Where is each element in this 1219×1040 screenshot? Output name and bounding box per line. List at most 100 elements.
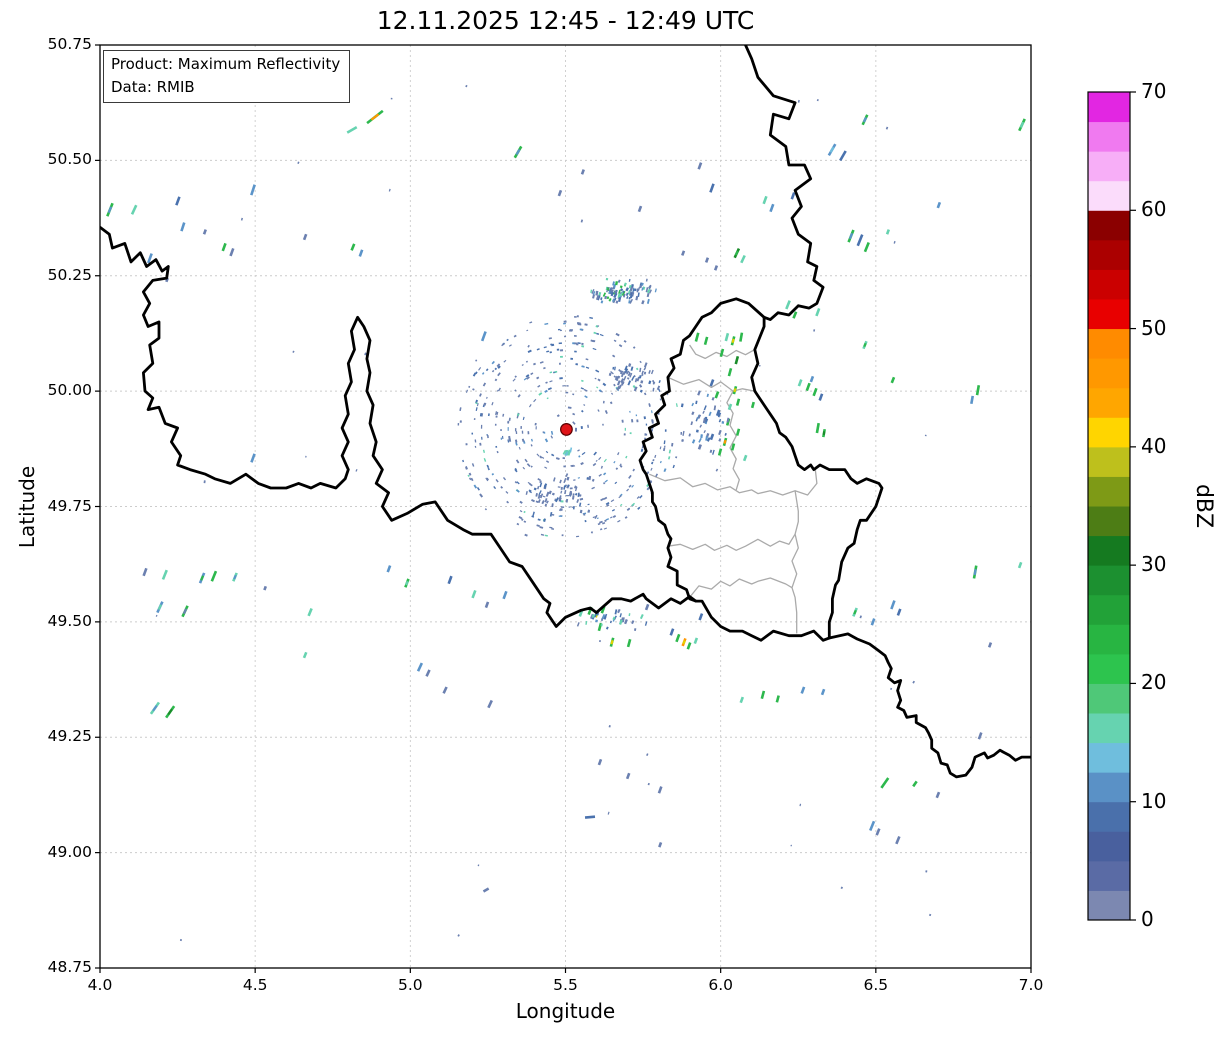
echo-streak: [530, 372, 534, 376]
echo-streak: [569, 447, 573, 453]
echo-streak: [895, 835, 901, 845]
echo-streak: [508, 417, 511, 422]
echo-streak: [515, 459, 520, 464]
echo-streak: [633, 628, 637, 632]
echo-streak: [623, 339, 627, 343]
echo-streak: [491, 473, 495, 476]
echo-streak: [571, 495, 575, 500]
echo-streak: [893, 240, 896, 244]
echo-streak: [709, 379, 715, 387]
colorbar-band: [1088, 446, 1130, 477]
echo-streak: [713, 405, 717, 411]
echo-streak: [518, 516, 523, 520]
echo-streak: [539, 455, 543, 459]
echo-streak: [658, 841, 663, 848]
echo-streak: [667, 456, 671, 460]
echo-streak: [599, 528, 603, 531]
echo-streak: [820, 688, 826, 696]
echo-streak: [632, 346, 636, 349]
echo-streak: [652, 458, 655, 462]
echo-streak: [523, 510, 526, 514]
echo-streak: [591, 613, 596, 618]
echo-streak: [617, 452, 620, 456]
echo-streak: [659, 460, 662, 464]
echo-streak: [713, 265, 719, 271]
echo-streak: [611, 298, 615, 303]
echo-streak: [695, 429, 699, 433]
echo-streak: [686, 642, 692, 650]
echo-streak: [480, 331, 487, 342]
echo-streak: [619, 288, 624, 292]
echo-streak-core: [1019, 121, 1025, 128]
echo-streak: [576, 622, 580, 627]
region-border: [791, 490, 799, 634]
echo-streak: [714, 391, 720, 399]
echo-streak: [522, 466, 526, 470]
echo-streak: [292, 350, 295, 353]
colorbar-band: [1088, 121, 1130, 152]
echo-streak: [465, 84, 468, 88]
echo-streak: [491, 360, 495, 365]
echo-streak: [581, 451, 586, 456]
echo-streak: [697, 390, 701, 396]
echo-streak: [785, 300, 791, 310]
echo-streak: [597, 522, 601, 526]
echo-streak: [503, 359, 507, 363]
echo-streak: [495, 478, 499, 483]
echo-streak: [619, 465, 623, 468]
echo-streak: [646, 471, 650, 475]
colorbar-band: [1088, 713, 1130, 744]
echo-streak-core: [370, 113, 380, 121]
echo-streak: [546, 500, 549, 504]
echo-streak: [543, 518, 547, 523]
echo-streak: [563, 477, 567, 484]
echo-streak: [632, 288, 635, 292]
echo-streak: [638, 384, 643, 388]
echo-streak: [559, 479, 562, 484]
echo-streak: [516, 413, 520, 417]
echo-streak: [890, 687, 893, 690]
echo-streak-core: [723, 439, 727, 444]
echo-streak: [635, 295, 639, 301]
echo-streak: [600, 297, 603, 301]
echo-streak: [624, 516, 628, 519]
echo-streak: [564, 490, 567, 495]
echo-streak: [703, 405, 707, 411]
echo-streak: [590, 531, 594, 534]
echo-streak: [486, 464, 490, 469]
echo-streak: [550, 435, 554, 439]
echo-streak: [639, 389, 643, 393]
echo-streak: [502, 590, 508, 600]
echo-streak: [572, 412, 576, 416]
radar-site-dot: [560, 423, 573, 436]
echo-streak: [628, 363, 632, 367]
echo-streak: [491, 369, 495, 373]
echo-streak: [525, 360, 529, 363]
colorbar-band: [1088, 772, 1130, 803]
echo-streak: [506, 338, 509, 342]
echo-streak: [610, 499, 615, 503]
colorbar-tick-label: 40: [1141, 433, 1167, 458]
echo-streak: [691, 439, 696, 444]
echo-streak: [726, 417, 730, 423]
echo-streak: [619, 285, 623, 289]
echo-streak: [622, 293, 626, 298]
echo-streak: [800, 686, 806, 694]
echo-streak: [760, 690, 766, 699]
echo-streak: [533, 398, 537, 403]
echo-streak: [630, 366, 634, 371]
echo-streak: [537, 384, 541, 388]
echo-streak: [712, 449, 715, 455]
echo-streak: [627, 380, 632, 386]
echo-streak: [628, 278, 631, 282]
echo-streak: [597, 622, 603, 632]
echo-streak: [479, 393, 482, 397]
echo-streak: [618, 344, 623, 348]
echo-streak: [501, 343, 505, 347]
echo-streak: [481, 372, 485, 375]
echo-streak: [543, 366, 546, 370]
echo-streak: [523, 520, 527, 523]
y-tick-label: 49.75: [47, 496, 92, 515]
echo-streak: [482, 887, 490, 893]
echo-streak: [681, 438, 684, 442]
